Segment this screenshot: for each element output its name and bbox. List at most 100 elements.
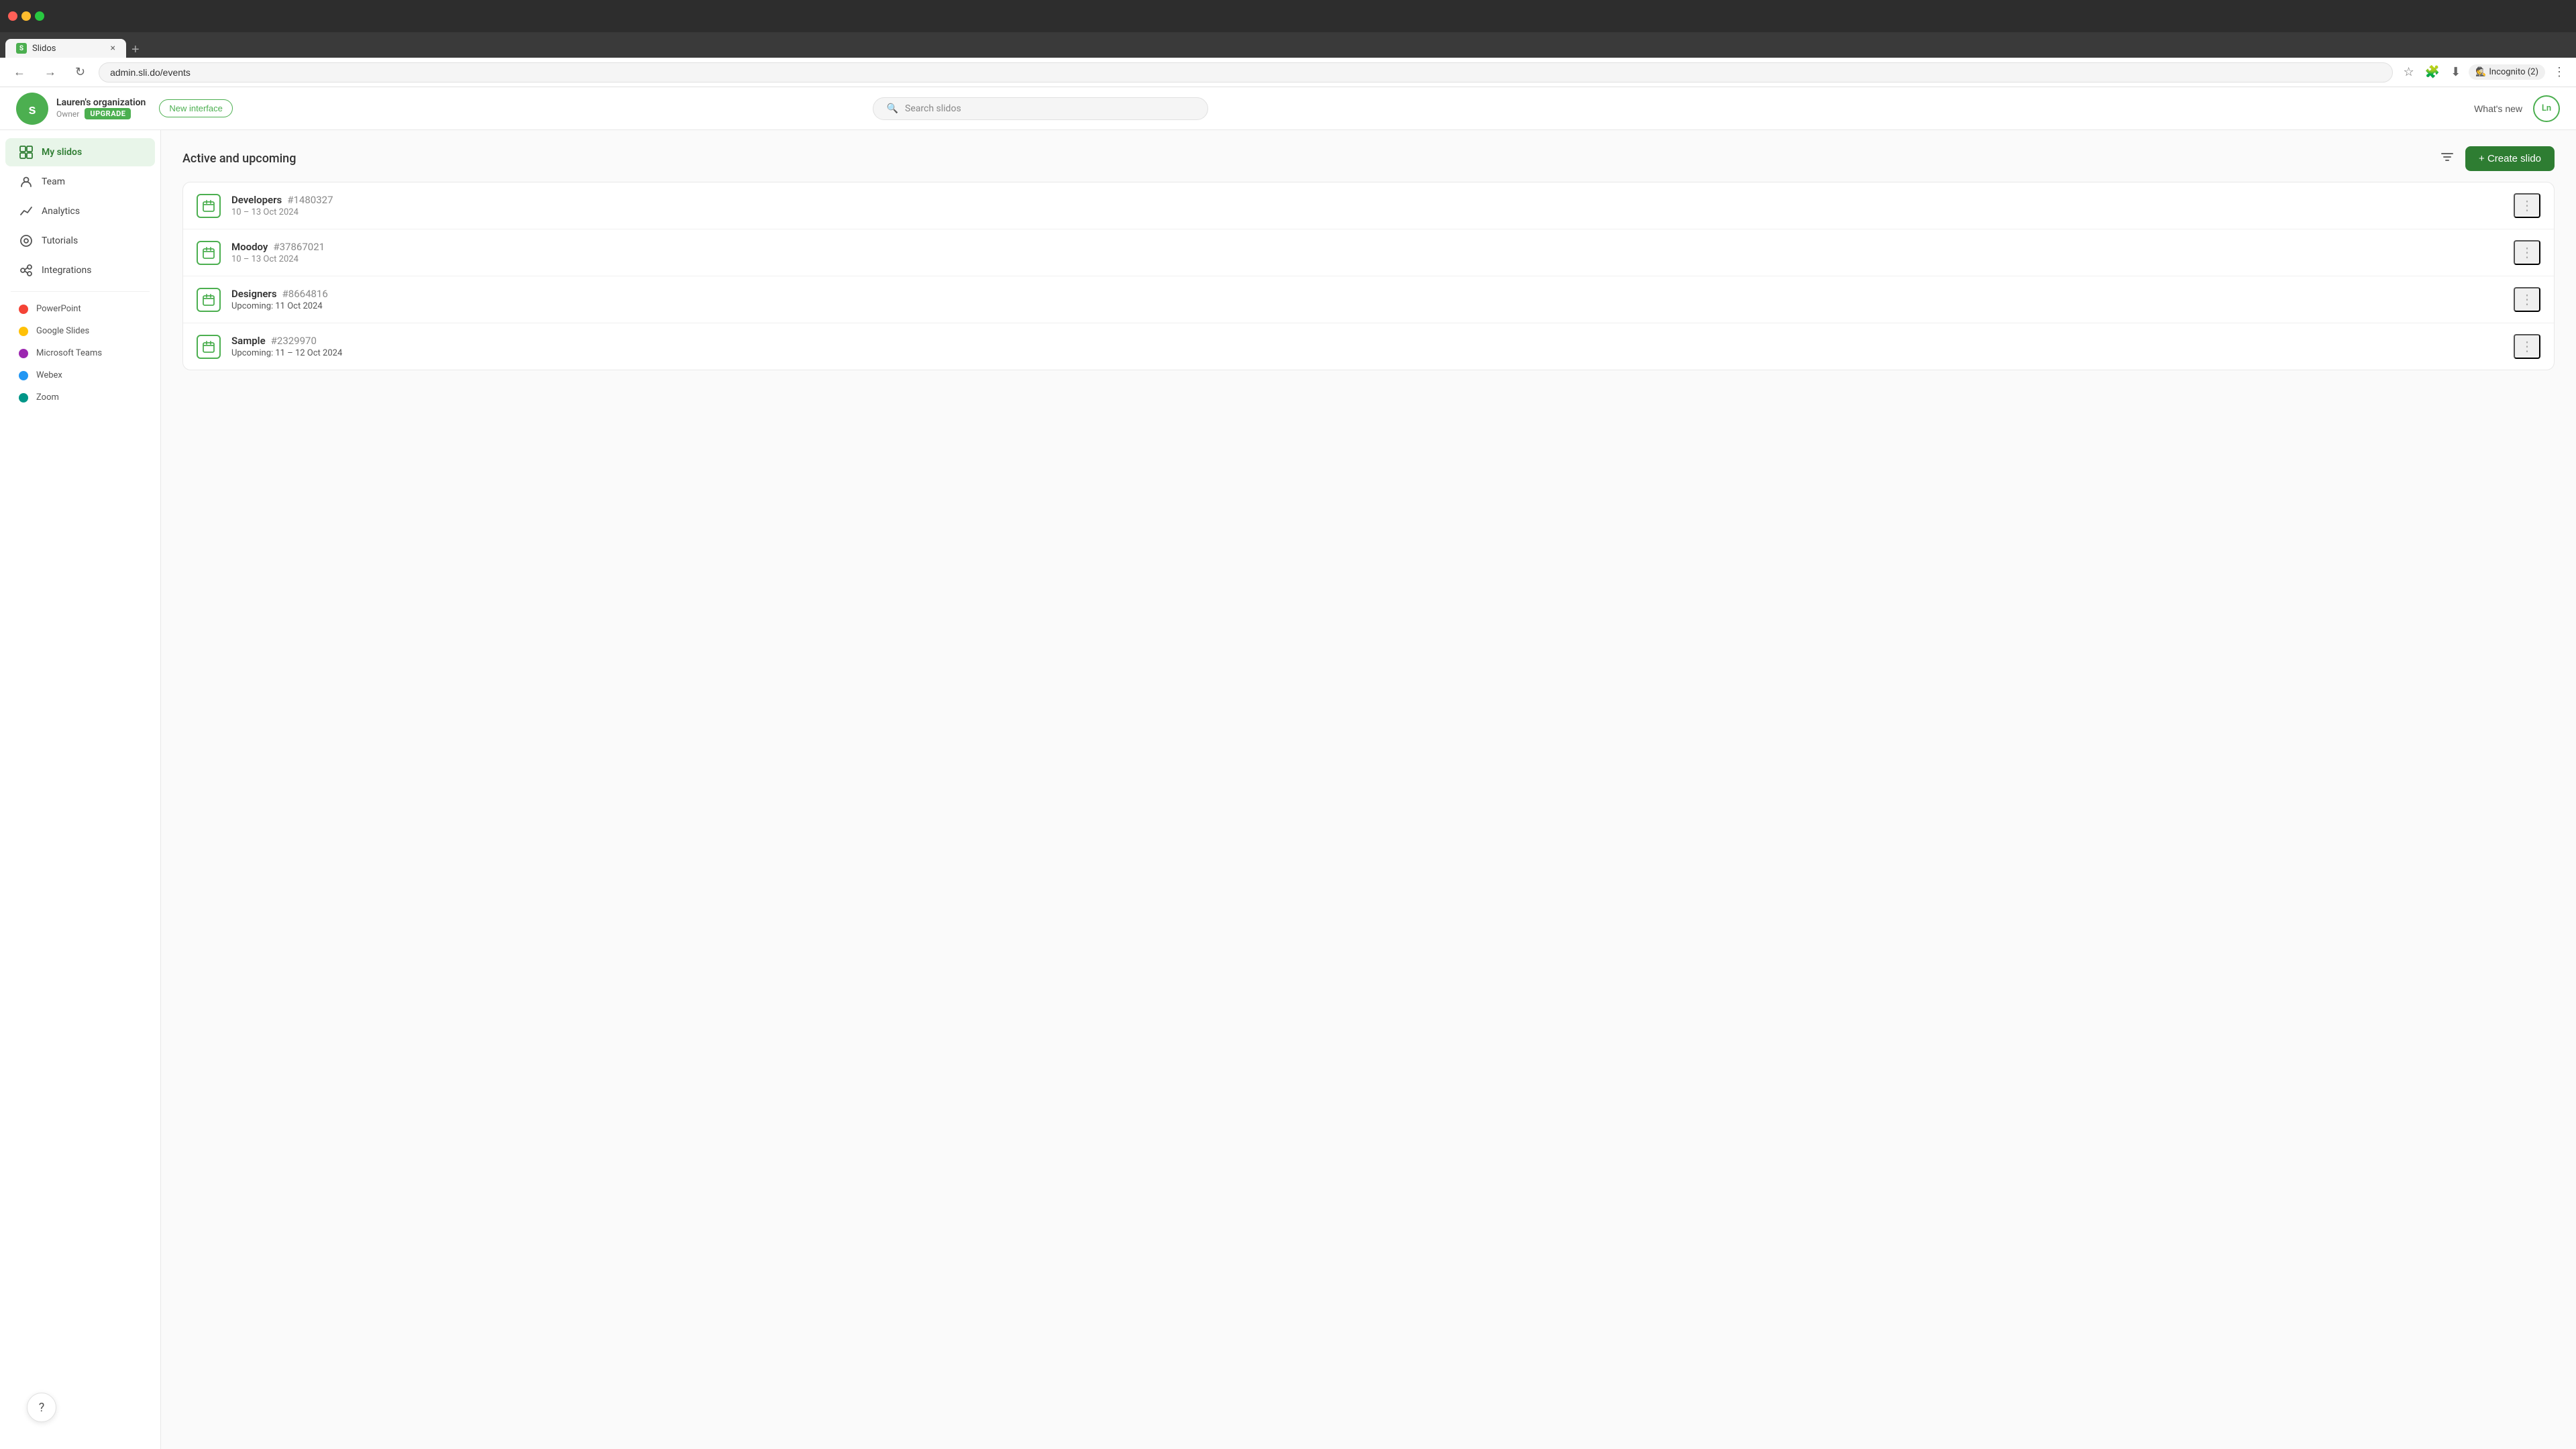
sidebar-item-analytics-label: Analytics xyxy=(42,206,80,217)
event-info-designers: Designers #8664816 Upcoming: 11 Oct 2024 xyxy=(231,288,2503,311)
window-min-btn[interactable] xyxy=(21,11,31,21)
tab-title: Slidos xyxy=(32,44,56,54)
zoom-label: Zoom xyxy=(36,392,59,402)
menu-icon[interactable]: ⋮ xyxy=(2551,62,2568,82)
upcoming-label-designers: Upcoming: xyxy=(231,301,273,311)
extensions-icon[interactable]: 🧩 xyxy=(2422,62,2443,82)
upgrade-badge[interactable]: UPGRADE xyxy=(85,108,131,119)
tab-close-btn[interactable]: × xyxy=(111,43,115,54)
sidebar-item-my-slidos[interactable]: My slidos xyxy=(5,138,155,166)
event-name-sample: Sample xyxy=(231,335,266,347)
sidebar-item-integrations[interactable]: Integrations xyxy=(5,256,155,284)
event-icon-sample xyxy=(197,335,221,359)
nav-back-btn[interactable]: ← xyxy=(8,62,31,82)
new-tab-btn[interactable]: + xyxy=(126,42,145,58)
sidebar-item-team-label: Team xyxy=(42,176,65,187)
event-row-sample[interactable]: Sample #2329970 Upcoming: 11 – 12 Oct 20… xyxy=(183,323,2554,370)
search-placeholder: Search slidos xyxy=(905,103,961,114)
sidebar-item-my-slidos-label: My slidos xyxy=(42,147,82,158)
sidebar-integration-zoom[interactable]: Zoom xyxy=(5,387,155,408)
event-more-sample[interactable]: ⋮ xyxy=(2514,334,2540,359)
webex-label: Webex xyxy=(36,370,62,380)
create-slido-btn[interactable]: + Create slido xyxy=(2465,146,2555,171)
integrations-icon xyxy=(19,263,34,278)
events-container: Developers #1480327 10 – 13 Oct 2024 ⋮ xyxy=(182,182,2555,370)
search-bar[interactable]: 🔍 Search slidos xyxy=(873,97,1208,120)
sidebar-item-analytics[interactable]: Analytics xyxy=(5,197,155,225)
incognito-badge[interactable]: 🕵 Incognito (2) xyxy=(2469,64,2545,80)
tab-favicon: S xyxy=(16,43,27,54)
event-date-developers: 10 – 13 Oct 2024 xyxy=(231,207,2503,217)
app-header: s Lauren's organization Owner UPGRADE Ne… xyxy=(0,87,2576,130)
sidebar-item-team[interactable]: Team xyxy=(5,168,155,196)
app-wrapper: s Lauren's organization Owner UPGRADE Ne… xyxy=(0,87,2576,1449)
microsoft-teams-dot xyxy=(19,349,28,358)
address-bar: ← → ↻ ☆ 🧩 ⬇ 🕵 Incognito (2) ⋮ xyxy=(0,58,2576,87)
event-info-moodoy: Moodoy #37867021 10 – 13 Oct 2024 xyxy=(231,241,2503,264)
url-input[interactable] xyxy=(99,62,2392,83)
org-role: Owner xyxy=(56,109,79,119)
browser-tab[interactable]: S Slidos × xyxy=(5,39,126,58)
event-name-row-sample: Sample #2329970 xyxy=(231,335,2503,347)
org-name: Lauren's organization xyxy=(56,97,146,108)
event-id-developers: #1480327 xyxy=(287,194,333,206)
slido-logo: s xyxy=(16,93,48,125)
event-row-developers[interactable]: Developers #1480327 10 – 13 Oct 2024 ⋮ xyxy=(183,182,2554,229)
download-icon[interactable]: ⬇ xyxy=(2448,62,2463,82)
event-date-sample: Upcoming: 11 – 12 Oct 2024 xyxy=(231,348,2503,358)
incognito-label: Incognito (2) xyxy=(2489,67,2538,77)
new-interface-btn[interactable]: New interface xyxy=(159,99,232,117)
event-id-moodoy: #37867021 xyxy=(273,241,325,253)
sidebar: My slidos Team Analytics xyxy=(0,130,161,1449)
event-more-designers[interactable]: ⋮ xyxy=(2514,287,2540,312)
event-name-developers: Developers xyxy=(231,194,282,206)
tutorials-icon xyxy=(19,233,34,248)
header-right: What's new Ln xyxy=(2474,95,2560,122)
event-row-moodoy[interactable]: Moodoy #37867021 10 – 13 Oct 2024 ⋮ xyxy=(183,229,2554,276)
google-slides-dot xyxy=(19,327,28,336)
event-more-developers[interactable]: ⋮ xyxy=(2514,193,2540,218)
webex-dot xyxy=(19,371,28,380)
event-date-value-sample: 11 – 12 Oct 2024 xyxy=(275,348,342,358)
nav-refresh-btn[interactable]: ↻ xyxy=(70,62,91,82)
svg-text:s: s xyxy=(28,103,36,117)
powerpoint-dot xyxy=(19,305,28,314)
browser-titlebar xyxy=(0,0,2576,32)
sidebar-integration-webex[interactable]: Webex xyxy=(5,365,155,386)
event-more-moodoy[interactable]: ⋮ xyxy=(2514,240,2540,265)
powerpoint-label: PowerPoint xyxy=(36,304,81,314)
sidebar-integration-google-slides[interactable]: Google Slides xyxy=(5,321,155,341)
section-title: Active and upcoming xyxy=(182,152,296,166)
event-name-designers: Designers xyxy=(231,288,277,300)
incognito-icon: 🕵 xyxy=(2475,67,2486,77)
event-name-row-designers: Designers #8664816 xyxy=(231,288,2503,300)
logo-area: s Lauren's organization Owner UPGRADE xyxy=(16,93,146,125)
bookmark-icon[interactable]: ☆ xyxy=(2401,62,2417,82)
team-icon xyxy=(19,174,34,189)
whats-new-btn[interactable]: What's new xyxy=(2474,103,2522,114)
avatar-btn[interactable]: Ln xyxy=(2533,95,2560,122)
filter-btn[interactable] xyxy=(2437,147,2457,170)
google-slides-label: Google Slides xyxy=(36,326,89,336)
window-max-btn[interactable] xyxy=(35,11,44,21)
help-btn[interactable]: ? xyxy=(27,1393,56,1422)
upcoming-label-sample: Upcoming: xyxy=(231,348,273,358)
nav-forward-btn[interactable]: → xyxy=(39,62,62,82)
event-date-designers: Upcoming: 11 Oct 2024 xyxy=(231,301,2503,311)
sidebar-item-tutorials[interactable]: Tutorials xyxy=(5,227,155,255)
address-actions: ☆ 🧩 ⬇ 🕵 Incognito (2) ⋮ xyxy=(2401,62,2568,82)
event-icon-moodoy xyxy=(197,241,221,265)
sidebar-integration-microsoft-teams[interactable]: Microsoft Teams xyxy=(5,343,155,364)
my-slidos-icon xyxy=(19,145,34,160)
section-header: Active and upcoming + Create slido xyxy=(182,146,2555,171)
event-row-designers[interactable]: Designers #8664816 Upcoming: 11 Oct 2024… xyxy=(183,276,2554,323)
org-info: Lauren's organization Owner UPGRADE xyxy=(56,97,146,119)
sidebar-item-integrations-label: Integrations xyxy=(42,265,91,276)
search-icon: 🔍 xyxy=(887,103,898,114)
event-date-moodoy: 10 – 13 Oct 2024 xyxy=(231,254,2503,264)
window-close-btn[interactable] xyxy=(8,11,17,21)
event-icon-designers xyxy=(197,288,221,312)
sidebar-integration-powerpoint[interactable]: PowerPoint xyxy=(5,299,155,319)
event-id-designers: #8664816 xyxy=(282,288,328,300)
event-name-row-developers: Developers #1480327 xyxy=(231,194,2503,206)
